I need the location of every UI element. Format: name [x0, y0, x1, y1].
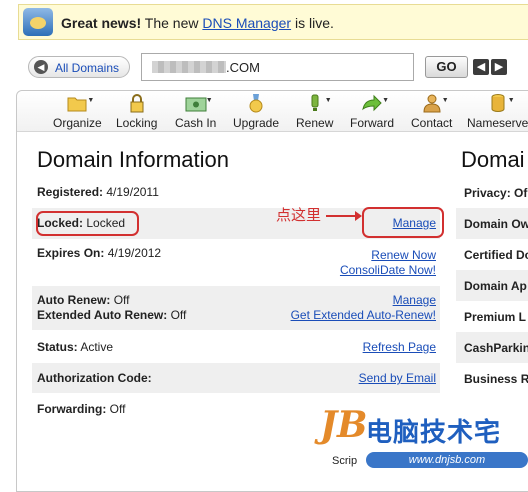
- all-domains-button[interactable]: ◀ All Domains: [28, 56, 131, 78]
- toolbar-locking[interactable]: Locking: [116, 93, 157, 130]
- domain-appraisal-label: Domain Ap: [464, 279, 527, 293]
- right-item: Privacy: Of: [464, 186, 527, 200]
- status-value: Active: [80, 340, 114, 354]
- domain-search-input[interactable]: .COM: [141, 53, 414, 81]
- toolbar-upgrade[interactable]: Upgrade: [233, 93, 279, 130]
- page-title: Domain Information: [37, 147, 229, 172]
- toolbar-forward-label: Forward: [350, 116, 395, 130]
- authorization-code-row: Authorization Code: Send by Email: [32, 363, 440, 393]
- consolidate-now-link[interactable]: ConsoliDate Now!: [340, 263, 436, 278]
- forwarding-value: Off: [109, 402, 126, 416]
- registered-value: 4/19/2011: [106, 185, 159, 199]
- cashparking-label: CashParkin: [464, 341, 528, 355]
- banner-message: Great news! The new DNS Manager is live.: [61, 15, 334, 31]
- watermark-script-text: Scrip: [332, 455, 358, 467]
- right-item: CashParkin: [464, 341, 528, 355]
- forward-arrow-icon: ▼: [361, 93, 389, 113]
- dns-logo-icon: [23, 8, 53, 36]
- toolbar-contact-label: Contact: [411, 116, 453, 130]
- previous-domain-button[interactable]: ◀: [473, 59, 489, 75]
- watermark-text: 电脑技术宅: [366, 417, 502, 447]
- renew-icon: ▼: [304, 93, 332, 113]
- expires-row: Expires On: 4/19/2012 Renew Now ConsoliD…: [32, 246, 440, 282]
- action-toolbar: ▼ Organize Locking ▼ Cash In Upgrade ▼ R…: [17, 91, 528, 132]
- banner-text-before: The new: [144, 15, 199, 31]
- announcement-banner: Great news! The new DNS Manager is live.: [18, 4, 528, 40]
- contact-person-icon: ▼: [421, 93, 449, 113]
- all-domains-label: All Domains: [55, 61, 120, 75]
- registered-label: Registered:: [37, 185, 104, 199]
- manage-highlight-oval: [362, 207, 444, 238]
- registered-row: Registered: 4/19/2011: [32, 184, 440, 208]
- business-registration-label: Business R: [464, 372, 528, 386]
- expires-label: Expires On:: [37, 246, 105, 260]
- premium-listing-label: Premium L: [464, 310, 527, 324]
- redacted-domain-text: [152, 61, 226, 73]
- watermark-logo: JB: [320, 404, 368, 446]
- annotation-text: 点这里: [276, 207, 322, 224]
- domain-suffix: .COM: [226, 60, 260, 75]
- banner-headline: Great news!: [61, 15, 142, 31]
- next-domain-button[interactable]: ▶: [491, 59, 507, 75]
- expires-value: 4/19/2012: [107, 246, 162, 260]
- toolbar-nameservers-label: Nameserve: [467, 116, 528, 130]
- auto-renew-manage-link[interactable]: Manage: [393, 293, 436, 308]
- cash-icon: ▼: [185, 93, 213, 113]
- right-item: Domain Ap: [464, 279, 527, 293]
- refresh-page-link[interactable]: Refresh Page: [363, 337, 436, 357]
- forwarding-label: Forwarding:: [37, 402, 107, 416]
- lock-icon: [126, 93, 148, 113]
- locked-highlight-oval: [36, 211, 139, 236]
- status-label: Status:: [37, 340, 78, 354]
- toolbar-cash-in[interactable]: ▼ Cash In: [175, 93, 216, 130]
- renew-now-link[interactable]: Renew Now: [371, 248, 436, 263]
- ext-auto-renew-label: Extended Auto Renew:: [37, 308, 168, 322]
- database-icon: ▼: [487, 93, 515, 113]
- auto-renew-row: Auto Renew: Off Extended Auto Renew: Off…: [32, 286, 440, 330]
- annotation-arrow-icon: [326, 211, 362, 221]
- folder-icon: ▼: [66, 93, 94, 113]
- privacy-label: Privacy: Of: [464, 186, 528, 200]
- toolbar-cash-in-label: Cash In: [175, 116, 217, 130]
- right-item: Certified Do: [464, 248, 528, 262]
- auto-renew-value: Off: [113, 293, 130, 307]
- get-extended-auto-renew-link[interactable]: Get Extended Auto-Renew!: [291, 308, 436, 323]
- right-item: Business R: [464, 372, 528, 386]
- medal-icon: [245, 93, 267, 113]
- authorization-code-label: Authorization Code:: [37, 371, 152, 385]
- toolbar-forward[interactable]: ▼ Forward: [350, 93, 394, 130]
- send-by-email-link[interactable]: Send by Email: [359, 363, 436, 393]
- domain-ownership-label: Domain Ow: [464, 217, 528, 231]
- ext-auto-renew-value: Off: [170, 308, 187, 322]
- back-arrow-icon: ◀: [34, 60, 48, 74]
- toolbar-organize[interactable]: ▼ Organize: [53, 93, 102, 130]
- toolbar-upgrade-label: Upgrade: [233, 116, 280, 130]
- toolbar-contact[interactable]: ▼ Contact: [411, 93, 452, 130]
- certified-domain-label: Certified Do: [464, 248, 528, 262]
- go-button[interactable]: GO: [425, 56, 468, 78]
- banner-text-after: is live.: [294, 15, 334, 31]
- toolbar-renew[interactable]: ▼ Renew: [296, 93, 333, 130]
- right-item: Domain Ow: [464, 217, 528, 231]
- toolbar-nameservers[interactable]: ▼ Nameserve: [467, 93, 528, 130]
- dns-manager-link[interactable]: DNS Manager: [202, 15, 291, 31]
- status-row: Status: Active Refresh Page: [32, 337, 440, 361]
- toolbar-renew-label: Renew: [296, 116, 334, 130]
- right-item: Premium L: [464, 310, 526, 324]
- toolbar-organize-label: Organize: [53, 116, 102, 130]
- toolbar-locking-label: Locking: [116, 116, 158, 130]
- auto-renew-label: Auto Renew:: [37, 293, 111, 307]
- watermark-url: www.dnjsb.com: [366, 452, 528, 468]
- right-section-title: Domai: [461, 147, 525, 172]
